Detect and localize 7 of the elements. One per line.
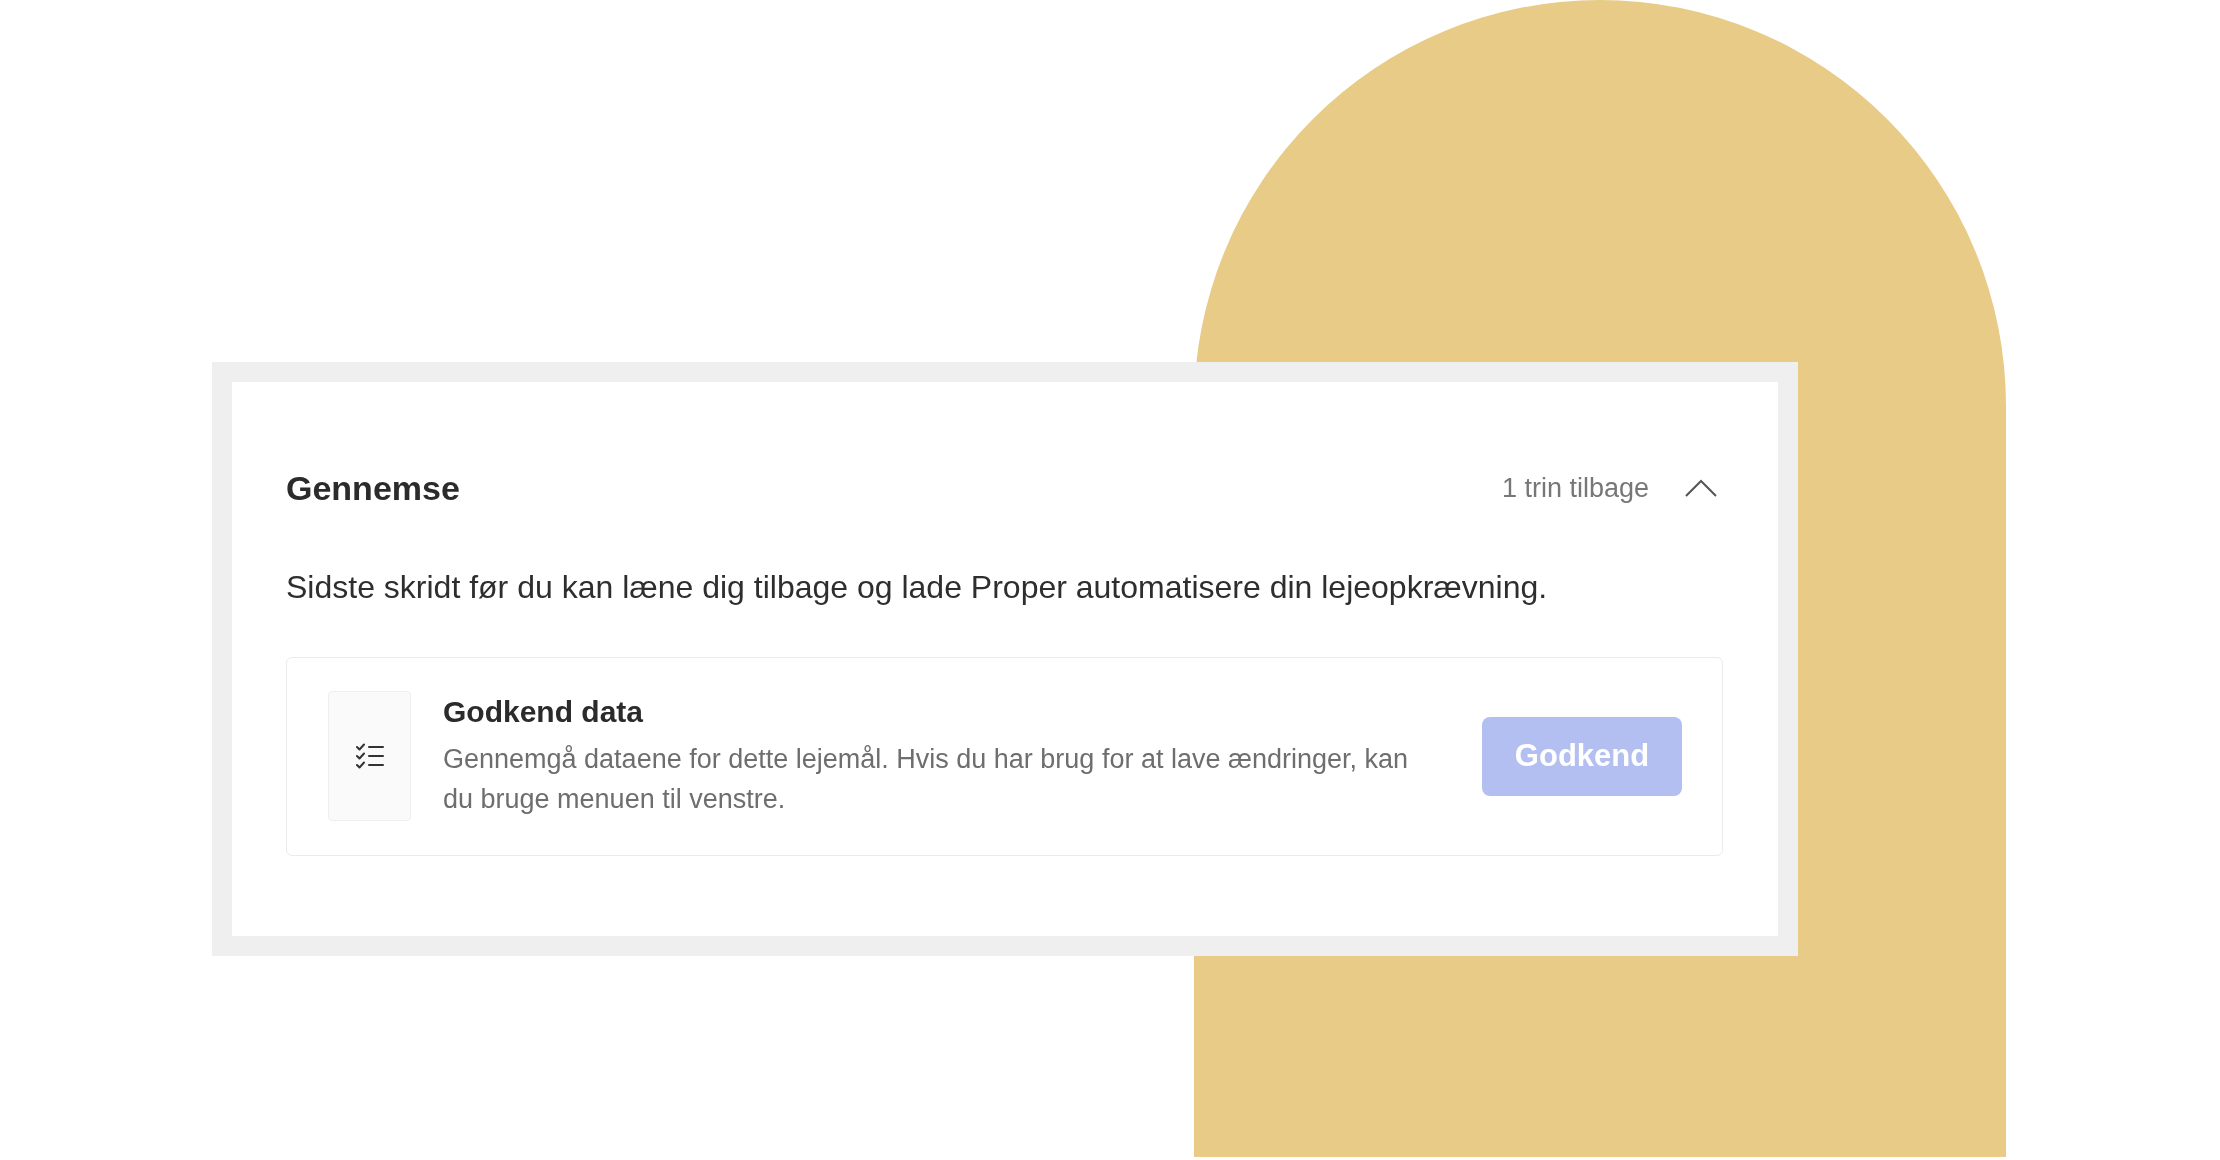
panel-title: Gennemse xyxy=(286,468,460,508)
checklist-icon xyxy=(328,691,411,821)
chevron-up-icon[interactable] xyxy=(1685,479,1717,497)
intro-text: Sidste skridt før du kan læne dig tilbage og lade Proper automatisere din lejeopkrævning. xyxy=(286,568,1549,607)
task-title: Godkend data xyxy=(443,694,645,730)
task-description: Gennemgå dataene for dette lejemål. Hvis du har brug for at lave ændringer, kan du bruge menuen til venstre. xyxy=(443,743,1410,816)
back-link[interactable]: 1 trin tilbage xyxy=(1501,472,1649,504)
